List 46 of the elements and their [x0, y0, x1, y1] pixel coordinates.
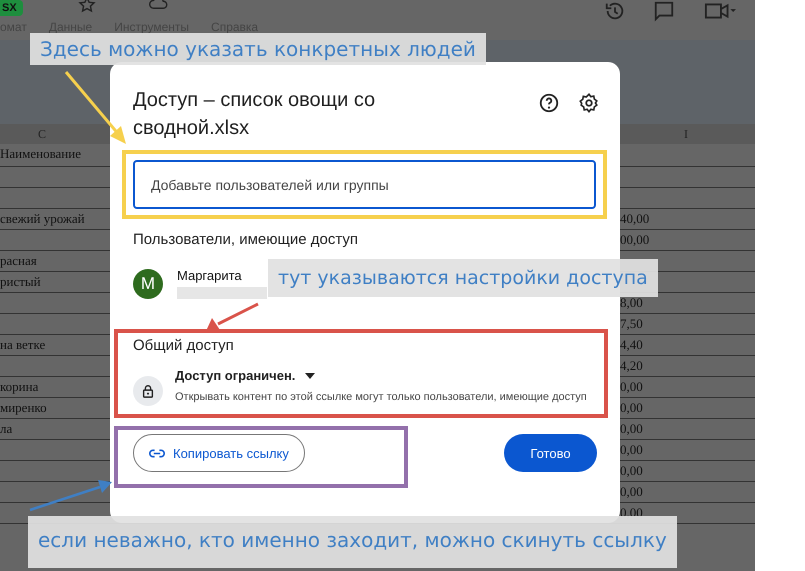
table-cell: 40,00	[620, 211, 650, 227]
table-cell: корина	[0, 379, 38, 395]
access-description: Открывать контент по этой ссылке могут только пользователи, имеющие доступ	[175, 390, 587, 405]
video-icon[interactable]	[704, 2, 736, 20]
table-cell: 4,40	[620, 337, 643, 353]
file-type-badge: SX	[0, 0, 23, 16]
user-avatar: M	[133, 268, 163, 298]
comment-icon[interactable]	[653, 0, 675, 22]
annotation-label: Здесь можно указать конкретных людей	[30, 33, 486, 65]
table-cell: 0,00	[620, 421, 643, 437]
table-cell: 0,00	[620, 379, 643, 395]
caret-icon	[305, 372, 316, 378]
table-cell: миренко	[0, 400, 47, 416]
table-cell: 8,00	[620, 295, 643, 311]
star-icon[interactable]	[78, 0, 96, 14]
settings-icon[interactable]	[578, 92, 600, 114]
help-icon[interactable]	[538, 92, 560, 114]
user-name: Маргарита	[177, 268, 243, 283]
table-cell: расная	[0, 253, 37, 269]
table-cell: 7,50	[620, 316, 643, 332]
done-button[interactable]: Готово	[504, 434, 597, 472]
table-cell: 0,00	[620, 400, 643, 416]
table-cell: на ветке	[0, 337, 46, 353]
copy-link-button[interactable]: Копировать ссылку	[133, 434, 305, 472]
table-cell: 00,00	[620, 232, 650, 248]
access-dropdown[interactable]: Доступ ограничен.	[175, 368, 316, 383]
table-cell: ла	[0, 421, 12, 437]
table-cell: Наименование	[0, 146, 81, 162]
section-heading: Пользователи, имеющие доступ	[133, 231, 360, 248]
table-cell: свежий урожай	[0, 211, 85, 227]
history-icon[interactable]	[604, 0, 626, 22]
table-cell: 4,20	[620, 358, 643, 374]
column-header[interactable]: I	[684, 127, 688, 142]
section-heading: Общий доступ	[133, 337, 235, 354]
lock-icon	[133, 376, 163, 406]
dialog-title: Доступ – список овощи со сводной.xlsx	[133, 88, 376, 141]
link-icon	[149, 448, 165, 458]
column-header[interactable]: C	[38, 127, 46, 142]
cloud-icon[interactable]	[148, 0, 168, 10]
table-cell: 0,00	[620, 463, 643, 479]
add-people-field[interactable]: Добавьте пользователей или группы	[133, 160, 596, 209]
table-cell: ристый	[0, 274, 41, 290]
annotation-label: если неважно, кто именно заходит, можно скинуть ссылку	[28, 516, 677, 568]
table-cell: 0,00	[620, 442, 643, 458]
annotation-label: тут указываются настройки доступа	[268, 259, 658, 297]
table-cell: 0,00	[620, 484, 643, 500]
